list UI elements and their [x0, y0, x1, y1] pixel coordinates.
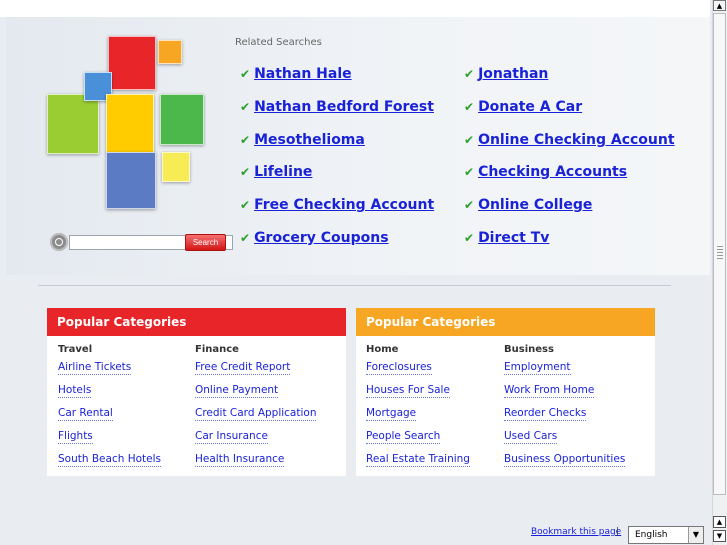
checkmark-icon: ✔	[464, 133, 475, 147]
checkmark-icon: ✔	[464, 165, 475, 179]
checkmark-icon: ✔	[240, 133, 251, 147]
related-link[interactable]: ✔ Grocery Coupons	[240, 230, 389, 246]
category-link[interactable]: Mortgage	[366, 407, 417, 421]
category-link[interactable]: Free Credit Report	[195, 361, 291, 375]
logo-square-navy	[106, 152, 156, 209]
logo-square-red	[108, 36, 156, 90]
category-link[interactable]: Employment	[504, 361, 571, 375]
checkmark-icon: ✔	[464, 67, 475, 81]
category-link[interactable]: Work From Home	[504, 384, 595, 398]
related-link[interactable]: ✔ Donate A Car	[464, 99, 582, 115]
related-link[interactable]: ✔ Lifeline	[240, 164, 312, 180]
related-link[interactable]: ✔ Online Checking Account	[464, 132, 675, 148]
popular-categories-box-left: Popular Categories Travel Airline Ticket…	[47, 308, 346, 476]
logo-square-lightyellow	[162, 152, 190, 182]
checkmark-icon: ✔	[464, 231, 475, 245]
popular-categories-heading: Popular Categories	[47, 308, 346, 336]
logo-square-yellow	[106, 94, 154, 153]
checkmark-icon: ✔	[240, 165, 251, 179]
category-link[interactable]: Credit Card Application	[195, 407, 317, 421]
category-link[interactable]: Reorder Checks	[504, 407, 587, 421]
category-link[interactable]: Used Cars	[504, 430, 558, 444]
category-link[interactable]: Business Opportunities	[504, 453, 626, 467]
category-link[interactable]: People Search	[366, 430, 441, 444]
popular-categories-heading: Popular Categories	[356, 308, 655, 336]
related-link[interactable]: ✔ Online College	[464, 197, 592, 213]
category-link[interactable]: Health Insurance	[195, 453, 285, 467]
checkmark-icon: ✔	[240, 231, 251, 245]
scrollbar-thumb[interactable]	[713, 13, 726, 495]
scroll-up-arrow-icon[interactable]: ▲	[713, 0, 726, 11]
checkmark-icon: ✔	[464, 198, 475, 212]
scroll-up-small-arrow-icon[interactable]: ▲	[713, 516, 726, 528]
category-link[interactable]: Airline Tickets	[58, 361, 132, 375]
related-link[interactable]: ✔ Nathan Hale	[240, 66, 352, 82]
related-searches-title: Related Searches	[235, 37, 322, 48]
category-link[interactable]: Hotels	[58, 384, 92, 398]
related-link[interactable]: ✔ Direct Tv	[464, 230, 549, 246]
related-link[interactable]: ✔ Mesothelioma	[240, 132, 365, 148]
category-title-home: Home	[366, 344, 399, 355]
category-link[interactable]: Houses For Sale	[366, 384, 450, 398]
category-link[interactable]: Car Rental	[58, 407, 113, 421]
checkmark-icon: ✔	[240, 198, 251, 212]
category-link[interactable]: Flights	[58, 430, 93, 444]
category-link[interactable]: Real Estate Training	[366, 453, 470, 467]
category-link[interactable]: Foreclosures	[366, 361, 432, 375]
category-link[interactable]: South Beach Hotels	[58, 453, 162, 467]
language-select[interactable]: English ▼	[628, 526, 704, 544]
scroll-down-arrow-icon[interactable]: ▼	[713, 530, 726, 542]
related-link[interactable]: ✔ Checking Accounts	[464, 164, 627, 180]
checkmark-icon: ✔	[240, 100, 251, 114]
footer-separator: |	[616, 527, 620, 537]
magnifier-icon	[50, 233, 68, 251]
grip-icon	[717, 246, 723, 260]
top-bar	[0, 0, 710, 17]
language-selected-value: English	[635, 530, 668, 540]
category-title-business: Business	[504, 344, 554, 355]
chevron-down-icon[interactable]: ▼	[688, 527, 703, 543]
category-link[interactable]: Car Insurance	[195, 430, 268, 444]
related-link[interactable]: ✔ Free Checking Account	[240, 197, 434, 213]
category-title-finance: Finance	[195, 344, 239, 355]
logo-square-lightgreen	[47, 94, 99, 154]
site-logo	[40, 30, 210, 210]
logo-square-orange	[158, 40, 182, 64]
bookmark-link[interactable]: Bookmark this page	[531, 527, 621, 537]
checkmark-icon: ✔	[464, 100, 475, 114]
section-divider	[38, 285, 671, 286]
related-link[interactable]: ✔ Jonathan	[464, 66, 548, 82]
logo-square-green	[160, 94, 204, 145]
search-button[interactable]: Search	[185, 234, 226, 251]
popular-categories-box-right: Popular Categories Home Foreclosures Hou…	[356, 308, 655, 476]
category-title-travel: Travel	[58, 344, 93, 355]
category-link[interactable]: Online Payment	[195, 384, 279, 398]
related-link[interactable]: ✔ Nathan Bedford Forest	[240, 99, 434, 115]
checkmark-icon: ✔	[240, 67, 251, 81]
